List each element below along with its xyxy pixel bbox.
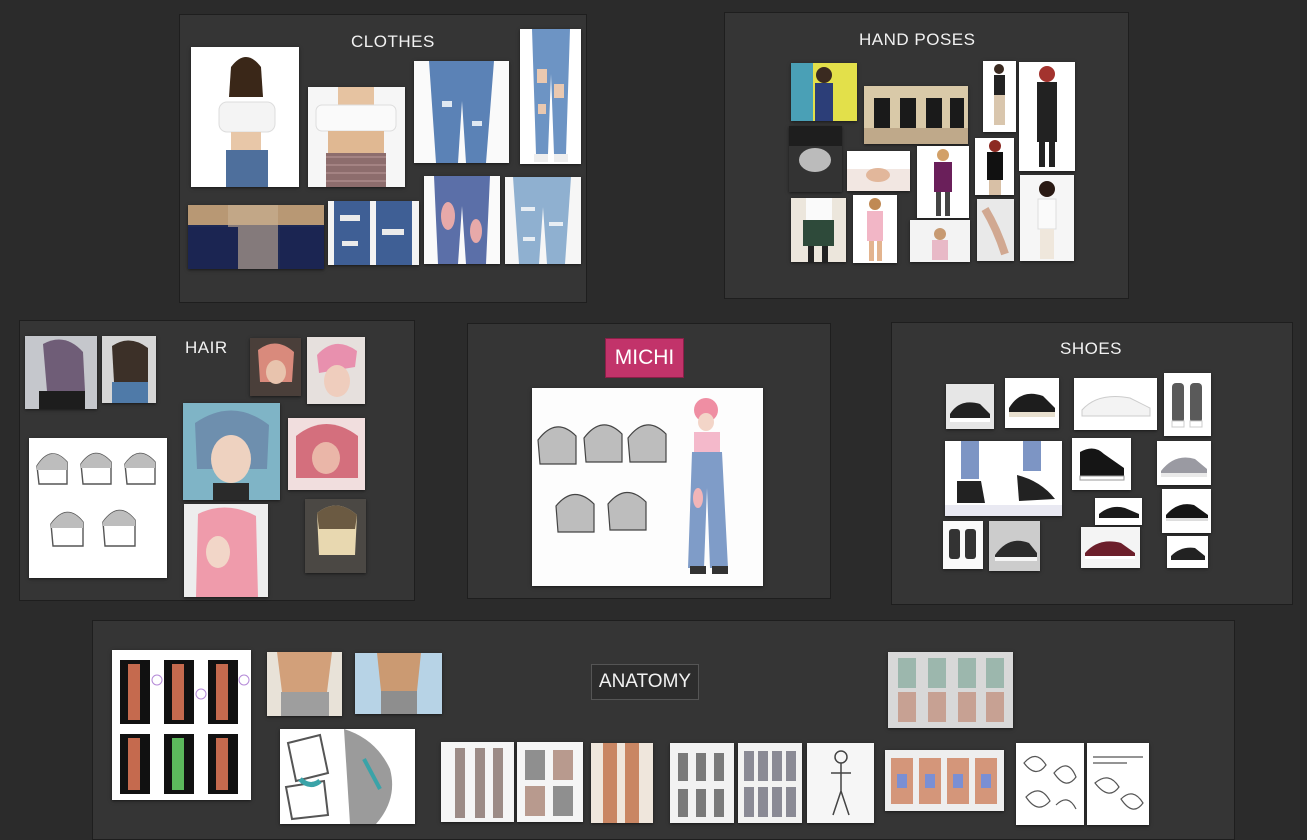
reference-image-woman-white[interactable] — [1020, 175, 1074, 261]
reference-image-light-jeans[interactable] — [505, 177, 581, 264]
reference-image-purple-bob[interactable] — [25, 336, 97, 409]
reference-image-brown-bob[interactable] — [102, 336, 156, 403]
reference-image-woman-coat[interactable] — [1019, 62, 1075, 171]
reference-image-purple-dress[interactable] — [917, 146, 969, 218]
reference-image-black-lowtop-2[interactable] — [1162, 489, 1211, 533]
reference-image-leg-anatomy-1[interactable] — [441, 742, 514, 822]
reference-image-black-lowtops[interactable] — [1095, 498, 1142, 525]
board-anatomy[interactable]: ANATOMY — [92, 620, 1235, 840]
reference-image-back-muscles[interactable] — [885, 750, 1004, 811]
reference-image-torso-front[interactable] — [267, 652, 342, 716]
reference-image-blonde-bob[interactable] — [305, 499, 366, 573]
board-title-shoes: SHOES — [1060, 339, 1123, 358]
reference-image-shoulder-anatomy[interactable] — [888, 652, 1013, 728]
reference-image-figure-sheet-2[interactable] — [738, 743, 802, 823]
reference-image-black-sneaker-small[interactable] — [1167, 536, 1208, 568]
reference-image-blue-bob[interactable] — [183, 403, 280, 500]
reference-image-figure-poses[interactable] — [807, 743, 874, 823]
reference-image-torso-hands-hips[interactable] — [355, 653, 442, 714]
reference-image-white-sneaker[interactable] — [1074, 378, 1157, 430]
reference-image-ruffle-top[interactable] — [308, 87, 405, 187]
reference-image-legs-photo[interactable] — [591, 743, 653, 823]
reference-image-schoolgirl[interactable] — [791, 198, 846, 262]
reference-image-torso-anatomy-sketch[interactable] — [280, 729, 415, 824]
reference-image-sneakers-pair-small[interactable] — [943, 521, 983, 569]
reference-image-pink-messy-bob[interactable] — [288, 418, 365, 490]
reference-image-leg-anatomy-2[interactable] — [517, 742, 583, 822]
reference-image-patched-jeans[interactable] — [424, 176, 500, 264]
reference-image-hand-sketches-2[interactable] — [1087, 743, 1149, 825]
board-title-anatomy: ANATOMY — [591, 664, 699, 700]
reference-image-sneaker-closeup[interactable] — [989, 521, 1040, 571]
reference-image-hand-sketches-1[interactable] — [1016, 743, 1084, 825]
reference-image-pink-long-hair[interactable] — [184, 504, 268, 597]
board-clothes[interactable]: CLOTHES — [179, 14, 587, 303]
reference-image-figure-sheet-1[interactable] — [670, 743, 734, 823]
reference-image-ripped-jeans-3[interactable] — [328, 201, 419, 265]
board-title-michi: MICHI — [605, 338, 684, 378]
reference-image-standing-back[interactable] — [983, 61, 1016, 132]
board-shoes[interactable]: SHOES — [891, 322, 1293, 605]
reference-image-michi-character-sheet[interactable] — [532, 388, 763, 586]
board-hand-poses[interactable]: HAND POSES — [724, 12, 1129, 299]
reference-image-hands-on-hips-back[interactable] — [975, 138, 1014, 195]
reference-image-girl-pink[interactable] — [853, 195, 897, 263]
reference-image-offshoulder-top[interactable] — [191, 47, 299, 187]
reference-image-grey-sneaker[interactable] — [1157, 441, 1211, 485]
reference-image-ripped-jeans-2[interactable] — [520, 29, 581, 164]
reference-image-ripped-jeans-1[interactable] — [414, 61, 509, 163]
reference-image-arm-muscle-chart[interactable] — [112, 650, 251, 800]
reference-image-pink-pixie[interactable] — [307, 337, 365, 404]
reference-image-group-hands[interactable] — [864, 86, 968, 144]
reference-image-hand-study[interactable] — [977, 199, 1014, 261]
reference-image-maroon-sneakers[interactable] — [1081, 527, 1140, 568]
reference-image-denim-fabric[interactable] — [188, 205, 324, 269]
board-title-hair: HAIR — [185, 338, 228, 357]
reference-image-bob-sketch-sheet[interactable] — [29, 438, 167, 578]
reference-image-black-sneakers-2[interactable] — [1005, 378, 1059, 428]
reference-image-pink-bob-profile[interactable] — [250, 338, 301, 396]
board-hair[interactable]: HAIR — [19, 320, 415, 601]
reference-image-black-sneakers-1[interactable] — [946, 384, 994, 429]
reference-image-drawn-sneakers[interactable] — [945, 441, 1062, 516]
reference-image-hands-behind-back[interactable] — [791, 63, 857, 121]
reference-image-black-hightop[interactable] — [1072, 438, 1131, 490]
reference-image-grey-hightops[interactable] — [1164, 373, 1211, 436]
board-title-clothes: CLOTHES — [351, 32, 435, 51]
board-title-hand-poses: HAND POSES — [859, 30, 976, 49]
board-michi[interactable]: MICHI — [467, 323, 831, 599]
reference-image-hands-skirt[interactable] — [847, 151, 910, 191]
reference-image-clasped-hands-bw[interactable] — [789, 126, 842, 192]
reference-image-portrait-small[interactable] — [910, 220, 970, 262]
